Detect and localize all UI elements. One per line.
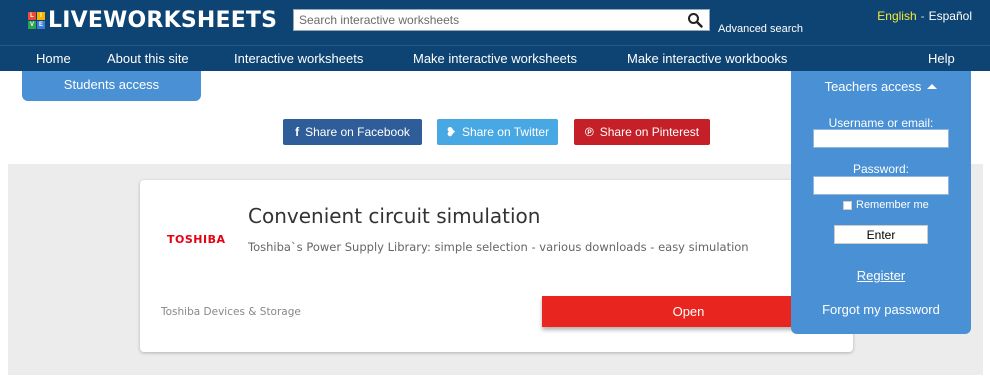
enter-button[interactable]: Enter [834,225,928,244]
search-box [293,9,710,31]
share-pinterest-label: Share on Pinterest [599,125,700,139]
caret-up-icon [927,84,938,89]
teachers-access-heading: Teachers access [824,79,922,94]
remember-me-label: Remember me [856,199,929,211]
students-access-tab[interactable]: Students access [22,71,201,101]
top-bar: L I V E LIVEWORKSHEETS Advanced search E… [0,0,990,45]
ad-description: Toshiba`s Power Supply Library: simple s… [248,240,749,254]
forgot-password-link[interactable]: Forgot my password [791,302,971,317]
remember-me[interactable]: Remember me [843,199,929,211]
username-label: Username or email: [828,116,934,130]
logo-tiles: L I V E [28,12,45,29]
register-link[interactable]: Register [791,268,971,283]
logo-tile: E [37,21,45,29]
share-twitter-label: Share on Twitter [461,125,550,139]
share-twitter-button[interactable]: ❥ Share on Twitter [437,119,558,145]
logo-tile: V [28,21,36,29]
lang-english-link[interactable]: English [877,9,916,23]
ad-logo: TOSHIBA [167,233,226,246]
nav-interactive-worksheets[interactable]: Interactive worksheets [234,51,363,66]
twitter-icon: ❥ [445,125,456,139]
teachers-access-toggle[interactable]: Teachers access [791,79,971,94]
search-input[interactable] [294,10,684,30]
password-field[interactable] [813,176,949,195]
ad-advertiser: Toshiba Devices & Storage [161,306,301,318]
remember-me-checkbox[interactable] [843,200,852,210]
logo-tile: L [28,12,36,20]
share-facebook-label: Share on Facebook [305,125,410,139]
lang-spanish-link[interactable]: Español [929,9,972,23]
site-logo[interactable]: L I V E LIVEWORKSHEETS [28,8,277,33]
nav-help[interactable]: Help [928,51,955,66]
teachers-access-panel: Teachers access Username or email: Passw… [791,71,971,334]
share-pinterest-button[interactable]: ℗ Share on Pinterest [574,119,710,145]
ad-title[interactable]: Convenient circuit simulation [248,204,540,228]
nav-about[interactable]: About this site [107,51,189,66]
page: L I V E LIVEWORKSHEETS Advanced search E… [0,0,990,380]
nav-make-worksheets[interactable]: Make interactive worksheets [413,51,577,66]
advanced-search-link[interactable]: Advanced search [718,23,803,35]
ad-card[interactable]: TOSHIBA Convenient circuit simulation To… [140,180,853,352]
facebook-icon: f [295,125,300,139]
search-icon[interactable] [687,12,703,28]
main-nav: Home About this site Interactive workshe… [0,45,990,71]
lang-separator: - [920,9,925,23]
username-field[interactable] [813,129,949,148]
pinterest-icon: ℗ [584,125,594,139]
language-switcher: English - Español [877,9,972,23]
logo-text: LIVEWORKSHEETS [48,8,278,33]
nav-make-workbooks[interactable]: Make interactive workbooks [627,51,787,66]
logo-tile: I [37,12,45,20]
nav-home[interactable]: Home [36,51,71,66]
share-facebook-button[interactable]: f Share on Facebook [283,119,422,145]
password-label: Password: [852,162,910,176]
